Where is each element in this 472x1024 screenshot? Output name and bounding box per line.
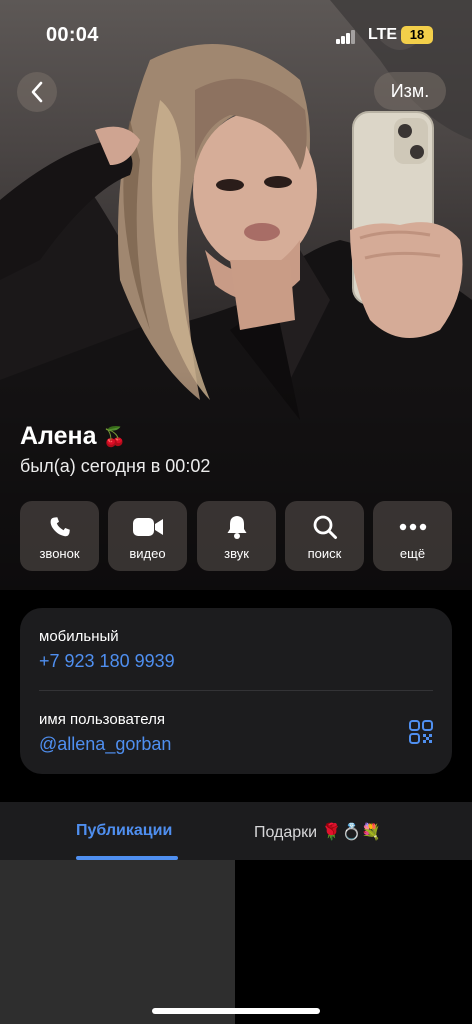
action-bar: звонок видео звук поиск ещё [20,501,452,571]
name-emoji: 🍒 [102,426,127,448]
back-button[interactable] [17,72,57,112]
phone-icon [48,514,72,540]
signal-icon [336,30,356,44]
status-time: 00:04 [46,24,99,46]
more-dots-icon [399,514,427,540]
qr-code-button[interactable] [408,719,434,745]
phone-number[interactable]: +7 923 180 9939 [39,651,175,672]
video-button[interactable]: видео [108,501,187,571]
tab-publications[interactable]: Публикации [76,822,172,840]
more-button[interactable]: ещё [373,501,452,571]
profile-name: Алена 🍒 [20,422,126,451]
battery-icon: 18 [401,26,433,44]
chevron-left-icon [31,81,43,103]
profile-name-text: Алена [20,422,97,450]
profile-tabs: Публикации Подарки 🌹💍💐 [0,802,472,860]
contact-info-card: мобильный +7 923 180 9939 имя пользовате… [20,608,452,774]
home-indicator [152,1008,320,1014]
video-camera-icon [132,514,164,540]
more-button-label: ещё [399,546,426,561]
username-value[interactable]: @allena_gorban [39,734,171,755]
tab-gifts[interactable]: Подарки 🌹💍💐 [254,822,381,842]
bell-icon [225,514,249,540]
publication-thumbnail[interactable] [0,860,235,1024]
last-seen-status: был(а) сегодня в 00:02 [20,456,211,476]
edit-button[interactable]: Изм. [374,72,446,110]
status-bar: 00:04 LTE 18 [0,0,472,70]
search-icon [312,514,338,540]
username-label: имя пользователя [39,711,165,728]
divider [39,690,433,691]
call-button[interactable]: звонок [20,501,99,571]
sound-button[interactable]: звук [197,501,276,571]
sound-button-label: звук [224,546,249,561]
video-button-label: видео [129,546,166,561]
network-type: LTE [368,26,398,43]
call-button-label: звонок [39,546,80,561]
profile-photo-header: 00:04 LTE 18 Изм. Алена 🍒 был(а) сегодня… [0,0,472,590]
phone-label: мобильный [39,628,119,645]
search-button[interactable]: поиск [285,501,364,571]
search-button-label: поиск [307,546,342,561]
qr-code-icon [409,720,433,744]
